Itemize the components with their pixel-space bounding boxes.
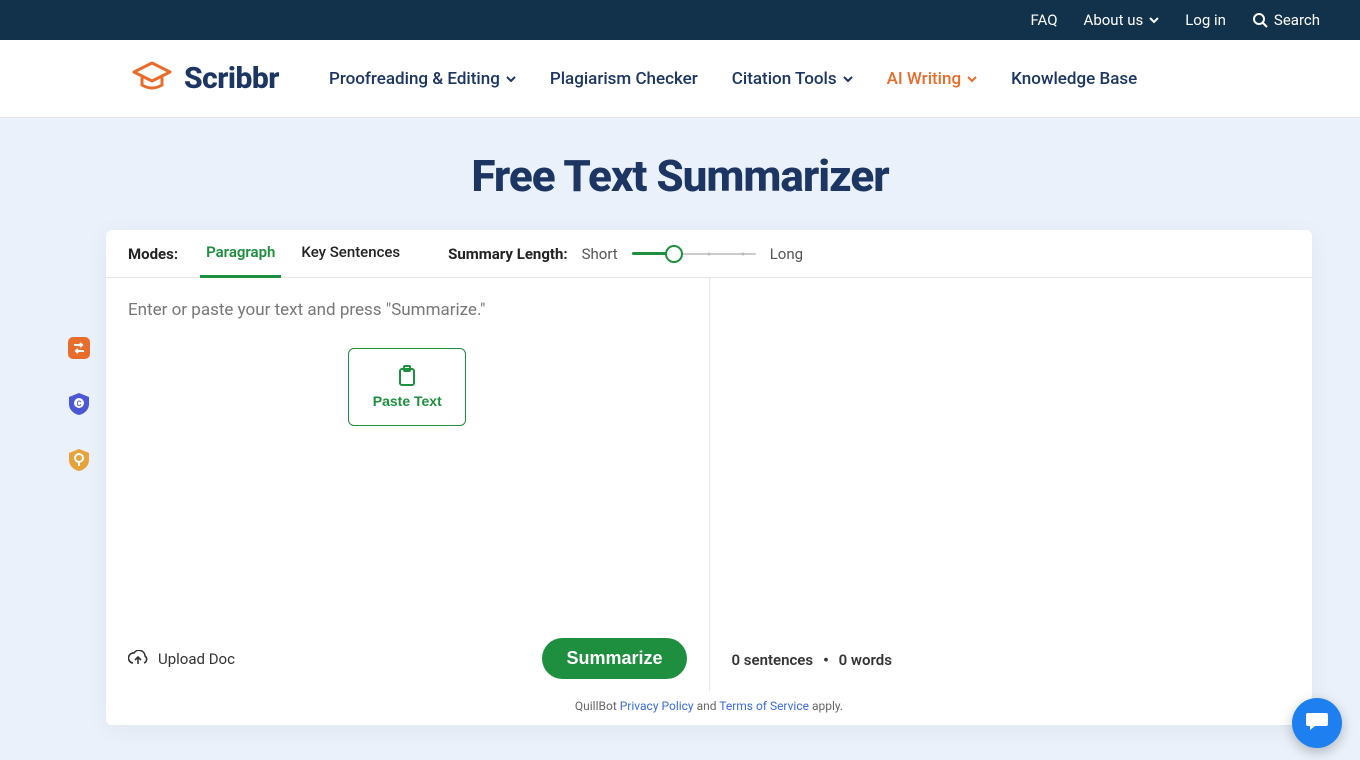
chevron-down-icon [967, 75, 977, 83]
nav-item-label: AI Writing [887, 69, 962, 89]
chevron-down-icon [506, 75, 516, 83]
separator-dot: • [823, 651, 829, 669]
upload-doc-button[interactable]: Upload Doc [128, 650, 235, 668]
primary-nav: Proofreading & Editing Plagiarism Checke… [329, 69, 1137, 89]
slider-thumb[interactable] [665, 245, 683, 263]
about-us-link[interactable]: About us [1084, 11, 1160, 29]
words-count: 0 words [839, 651, 892, 669]
legal-and: and [694, 699, 720, 713]
chat-icon [1304, 708, 1330, 738]
mode-tab-paragraph[interactable]: Paragraph [200, 230, 281, 278]
nav-citation-tools[interactable]: Citation Tools [732, 69, 853, 89]
about-us-label: About us [1084, 11, 1144, 29]
summary-length-label: Summary Length: [448, 245, 567, 263]
input-placeholder: Enter or paste your text and press "Summ… [128, 300, 687, 320]
nav-item-label: Knowledge Base [1011, 69, 1137, 89]
legal-prefix: QuillBot [575, 699, 620, 713]
input-pane-footer: Upload Doc Summarize [128, 638, 687, 679]
page-title: Free Text Summarizer [0, 118, 1360, 230]
svg-text:C: C [77, 400, 82, 408]
upload-doc-label: Upload Doc [158, 650, 235, 668]
output-pane: 0 sentences • 0 words [710, 278, 1313, 691]
terms-of-service-link[interactable]: Terms of Service [719, 699, 809, 713]
chat-widget-button[interactable] [1292, 698, 1342, 748]
editor-split: Enter or paste your text and press "Summ… [106, 278, 1312, 691]
chevron-down-icon [843, 75, 853, 83]
search-icon [1252, 12, 1268, 28]
input-pane[interactable]: Enter or paste your text and press "Summ… [106, 278, 710, 691]
summarize-button[interactable]: Summarize [542, 638, 686, 679]
mode-tab-key-sentences[interactable]: Key Sentences [295, 230, 406, 278]
main-header: Scribbr Proofreading & Editing Plagiaris… [0, 40, 1360, 118]
faq-link[interactable]: FAQ [1030, 11, 1057, 29]
tool-icon-shield-search[interactable] [66, 447, 92, 473]
search-link[interactable]: Search [1252, 11, 1320, 29]
chevron-down-icon [1149, 16, 1159, 24]
output-stats: 0 sentences • 0 words [732, 651, 1291, 669]
nav-plagiarism-checker[interactable]: Plagiarism Checker [550, 69, 698, 89]
brand-logo[interactable]: Scribbr [130, 59, 279, 99]
nav-ai-writing[interactable]: AI Writing [887, 69, 978, 89]
search-label: Search [1274, 11, 1320, 29]
tool-icon-shield-check[interactable]: C [66, 391, 92, 417]
nav-item-label: Plagiarism Checker [550, 69, 698, 89]
privacy-policy-link[interactable]: Privacy Policy [620, 699, 694, 713]
login-link[interactable]: Log in [1185, 11, 1226, 29]
slider-tick [707, 252, 710, 255]
paste-text-button[interactable]: Paste Text [348, 348, 466, 426]
nav-knowledge-base[interactable]: Knowledge Base [1011, 69, 1137, 89]
slider-tick [742, 252, 745, 255]
summarizer-card: Modes: Paragraph Key Sentences Summary L… [106, 230, 1312, 725]
sentences-count: 0 sentences [732, 651, 814, 669]
side-tool-rail: C [66, 335, 92, 473]
summary-length-min: Short [582, 245, 618, 263]
upload-icon [128, 650, 148, 668]
nav-item-label: Proofreading & Editing [329, 69, 500, 89]
summary-length-max: Long [770, 245, 803, 263]
tool-icon-swap[interactable] [66, 335, 92, 361]
summarizer-toolbar: Modes: Paragraph Key Sentences Summary L… [106, 230, 1312, 278]
brand-name: Scribbr [184, 61, 279, 96]
utility-bar: FAQ About us Log in Search [0, 0, 1360, 40]
nav-item-label: Citation Tools [732, 69, 837, 89]
legal-suffix: apply. [809, 699, 843, 713]
clipboard-icon [397, 365, 417, 387]
modes-label: Modes: [128, 245, 178, 263]
graduation-cap-icon [130, 59, 174, 99]
legal-footer: QuillBot Privacy Policy and Terms of Ser… [106, 691, 1312, 725]
paste-text-label: Paste Text [373, 393, 442, 409]
nav-proofreading-editing[interactable]: Proofreading & Editing [329, 69, 516, 89]
summary-length-slider[interactable] [632, 245, 756, 263]
